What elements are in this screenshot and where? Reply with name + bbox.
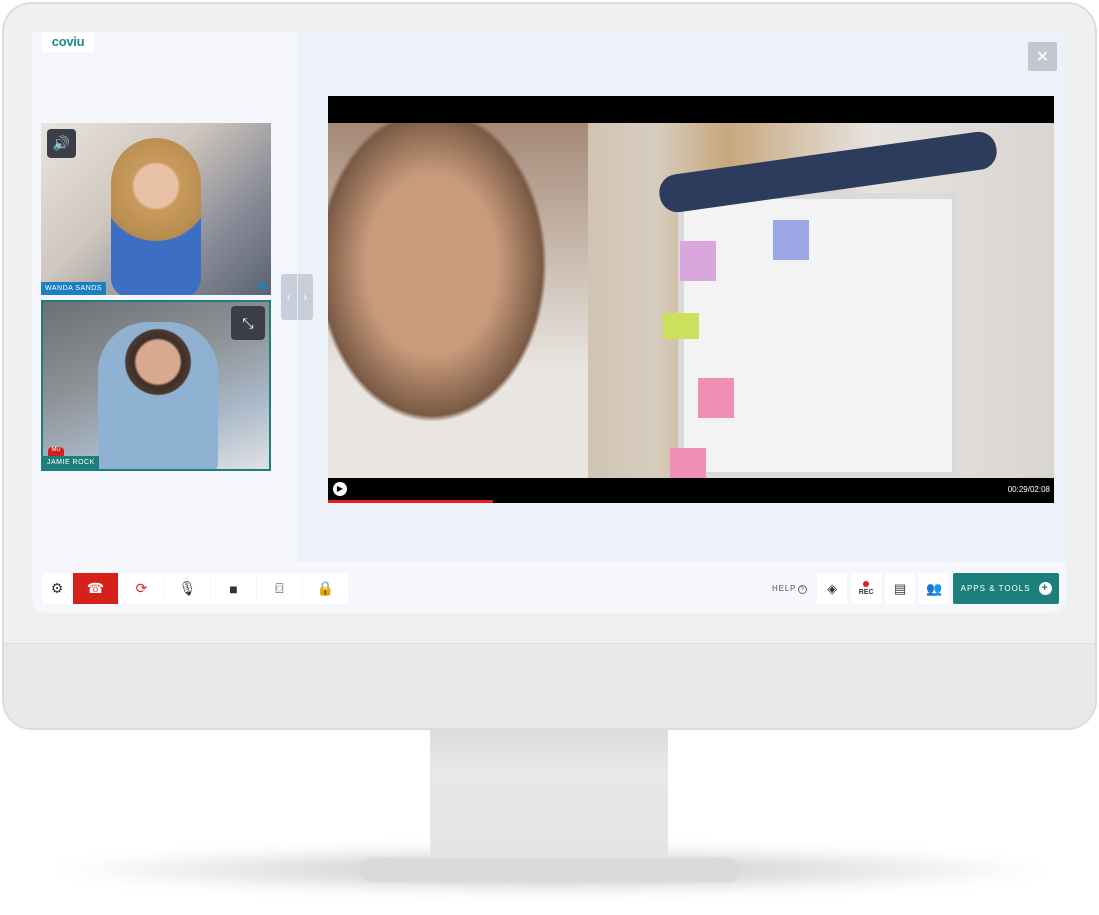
monitor-stand [430, 730, 668, 860]
whiteboard [678, 193, 958, 478]
audio-indicator-dot [259, 283, 266, 290]
minimize-icon[interactable]: ⤡ [231, 306, 265, 340]
participant-video [98, 322, 218, 469]
apps-and-tools-button[interactable]: APPS & TOOLS + [953, 573, 1060, 604]
tools-toolbar: HELP? ◈ REC ▤ 👥 APPS & TOOLS + [772, 573, 1060, 604]
camera-button[interactable]: ■ [211, 573, 256, 604]
apps-label: APPS & TOOLS [960, 584, 1031, 593]
record-label: REC [858, 589, 874, 596]
video-frame [328, 123, 1054, 478]
refresh-icon: ⟳ [135, 580, 148, 596]
participant-tile-wanda[interactable]: 🔊 WANDA SANDS [41, 123, 271, 295]
gear-icon: ⚙ [50, 580, 64, 596]
chevron-right-icon[interactable]: › [296, 274, 314, 320]
participant-name: WANDA SANDS [41, 282, 106, 295]
participant-name: JAMIE ROCK [43, 456, 99, 469]
video-controls: ▶ 00:29/02:08 [328, 478, 1054, 503]
presenter [328, 123, 588, 478]
layers-button[interactable]: ◈ [817, 573, 848, 604]
sticky-note [663, 313, 699, 339]
lock-button[interactable]: 🔒 [303, 573, 348, 604]
microphone-button[interactable]: 🎙 [165, 573, 210, 604]
sticky-note [698, 378, 734, 418]
chevron-left-icon[interactable]: ‹ [281, 274, 297, 320]
close-button[interactable]: ✕ [1028, 42, 1057, 71]
sticky-note [680, 241, 716, 281]
end-call-button[interactable]: ☎ [73, 573, 118, 604]
record-button[interactable]: REC [851, 573, 882, 604]
lock-icon: 🔒 [316, 580, 335, 596]
switch-camera-button[interactable]: ⌼ [257, 573, 302, 604]
help-label: HELP [772, 583, 797, 593]
call-toolbar: ⚙ ☎ ⟳ 🎙 ■ ⌼ 🔒 [42, 573, 348, 604]
sticky-note [773, 220, 809, 260]
participant-video [111, 138, 201, 295]
record-icon [863, 581, 870, 587]
help-link[interactable]: HELP? [772, 583, 808, 594]
chat-button[interactable]: ▤ [885, 573, 916, 604]
plus-circle-icon: + [1038, 582, 1052, 595]
video-camera-icon: ■ [229, 580, 238, 597]
participants-button[interactable]: 👥 [919, 573, 950, 604]
people-icon: 👥 [926, 580, 943, 596]
switch-camera-icon: ⌼ [275, 580, 284, 596]
participants-panel [32, 32, 297, 562]
panel-pager: ‹ › [281, 274, 313, 320]
play-icon[interactable]: ▶ [333, 482, 347, 496]
settings-button[interactable]: ⚙ [42, 573, 72, 604]
microphone-icon: 🎙 [178, 580, 197, 596]
speaker-icon[interactable]: 🔊 [47, 129, 76, 158]
monitor-base [360, 858, 740, 882]
monitor-chin [4, 643, 1095, 728]
video-time: 00:29/02:08 [1007, 485, 1050, 494]
chat-icon: ▤ [893, 580, 907, 596]
layers-icon: ◈ [827, 580, 838, 596]
hang-up-icon: ☎ [86, 580, 105, 596]
coviu-logo: coviu [42, 32, 94, 52]
refresh-button[interactable]: ⟳ [119, 573, 164, 604]
help-icon: ? [798, 584, 808, 594]
sticky-note [670, 448, 706, 478]
video-progress-bar[interactable] [328, 500, 493, 503]
shared-video-player[interactable]: ▶ 00:29/02:08 [328, 96, 1054, 503]
participant-tile-jamie[interactable]: ⤡ MU JAMIE ROCK [41, 300, 271, 471]
